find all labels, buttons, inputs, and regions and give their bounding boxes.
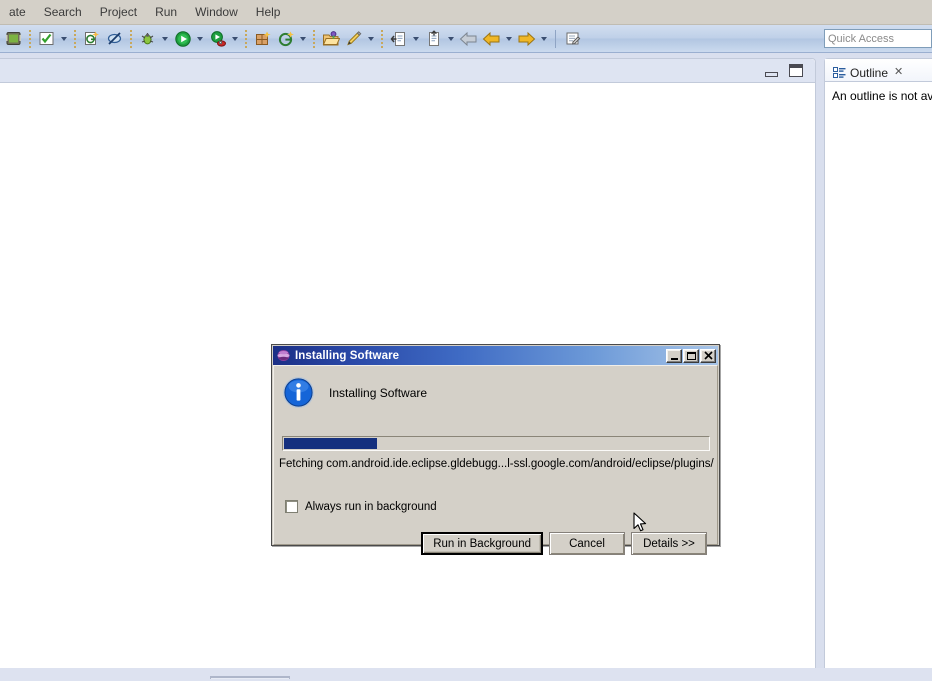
open-type-dropdown-arrow-icon[interactable] [297, 29, 308, 49]
dialog-minimize-button[interactable] [666, 348, 682, 363]
forward-arrow-icon[interactable] [516, 28, 537, 49]
maximize-icon[interactable] [789, 64, 803, 77]
debug-icon[interactable] [137, 28, 158, 49]
dialog-heading: Installing Software [329, 385, 428, 400]
debug-dropdown-arrow-icon[interactable] [159, 29, 170, 49]
menu-navigate[interactable]: ate [0, 2, 35, 22]
menu-bar: ate Search Project Run Window Help [0, 0, 932, 25]
quick-access-placeholder: Quick Access [828, 32, 895, 45]
run-icon[interactable] [172, 28, 193, 49]
save-check-icon[interactable] [36, 28, 57, 49]
bottom-tab-stub[interactable] [210, 676, 290, 679]
external-tools-icon[interactable] [207, 28, 228, 49]
menu-search[interactable]: Search [35, 2, 91, 22]
new-package-icon[interactable] [252, 28, 273, 49]
run-dropdown-arrow-icon[interactable] [194, 29, 205, 49]
dialog-maximize-button[interactable] [683, 348, 699, 363]
dialog-title: Installing Software [295, 349, 400, 362]
progress-bar [282, 436, 710, 451]
next-annotation-icon[interactable] [343, 28, 364, 49]
toolbar-separator [381, 29, 383, 48]
dialog-window-buttons [666, 348, 716, 363]
outline-tab-row: Outline ✕ [825, 59, 932, 82]
toolbar-divider [555, 29, 556, 48]
new-editor-icon[interactable] [562, 28, 583, 49]
outline-tab-label: Outline [850, 65, 889, 80]
tab-outline[interactable]: Outline ✕ [825, 59, 932, 82]
dialog-close-button[interactable] [700, 348, 716, 363]
outline-icon [833, 66, 846, 79]
menu-window[interactable]: Window [186, 2, 247, 22]
editor-area-controls [764, 64, 803, 77]
save-dropdown-arrow-icon[interactable] [58, 29, 69, 49]
menu-run[interactable]: Run [146, 2, 186, 22]
skip-breakpoints-icon[interactable] [104, 28, 125, 49]
dialog-body: Installing Software Fetching com.android… [273, 365, 718, 555]
installing-software-dialog: Installing Software Installing Software … [271, 344, 720, 555]
next-edit-dropdown-arrow-icon[interactable] [445, 29, 456, 49]
next-edit-location-icon[interactable] [423, 28, 444, 49]
toolbar-separator [74, 29, 76, 48]
dialog-header-row: Installing Software [282, 376, 427, 409]
new-java-class-icon[interactable] [81, 28, 102, 49]
external-tools-dropdown-arrow-icon[interactable] [229, 29, 240, 49]
previous-edit-location-icon[interactable] [388, 28, 409, 49]
back-arrow-grey-icon[interactable] [458, 28, 479, 49]
menu-project[interactable]: Project [91, 2, 146, 22]
menu-help[interactable]: Help [247, 2, 290, 22]
dialog-button-row: Run in Background Cancel Details >> [421, 532, 707, 555]
details-button[interactable]: Details >> [631, 532, 707, 555]
annotation-dropdown-arrow-icon[interactable] [365, 29, 376, 49]
progress-bar-fill [284, 438, 378, 449]
close-icon[interactable]: ✕ [894, 67, 903, 78]
dialog-title-bar[interactable]: Installing Software [273, 346, 718, 365]
editor-tab-strip [0, 59, 815, 83]
outline-view: Outline ✕ An outline is not avai [824, 58, 932, 675]
toolbar-separator [130, 29, 132, 48]
minimize-icon[interactable] [764, 64, 779, 77]
progress-status-text: Fetching com.android.ide.eclipse.gldebug… [279, 458, 714, 470]
toolbar-separator [245, 29, 247, 48]
eclipse-workbench-window: ate Search Project Run Window Help Quick… [0, 0, 932, 681]
back-dropdown-arrow-icon[interactable] [503, 29, 514, 49]
main-toolbar [0, 25, 932, 53]
bottom-view-stack [0, 668, 932, 681]
quick-access-input[interactable]: Quick Access [824, 29, 932, 48]
always-run-in-background-label: Always run in background [305, 500, 437, 513]
forward-dropdown-arrow-icon[interactable] [538, 29, 549, 49]
outline-empty-message: An outline is not avai [832, 89, 932, 103]
eclipse-icon [277, 349, 290, 362]
always-run-in-background-row[interactable]: Always run in background [285, 500, 437, 513]
toolbar-separator [313, 29, 315, 48]
info-icon [282, 376, 315, 409]
toolbar-separator [29, 29, 31, 48]
open-resource-icon[interactable] [320, 28, 341, 49]
back-arrow-icon[interactable] [481, 28, 502, 49]
cancel-button[interactable]: Cancel [549, 532, 625, 555]
run-in-background-button[interactable]: Run in Background [421, 532, 543, 555]
previous-edit-dropdown-arrow-icon[interactable] [410, 29, 421, 49]
android-sdk-manager-icon[interactable] [3, 28, 24, 49]
open-type-icon[interactable] [275, 28, 296, 49]
always-run-in-background-checkbox[interactable] [285, 500, 298, 513]
